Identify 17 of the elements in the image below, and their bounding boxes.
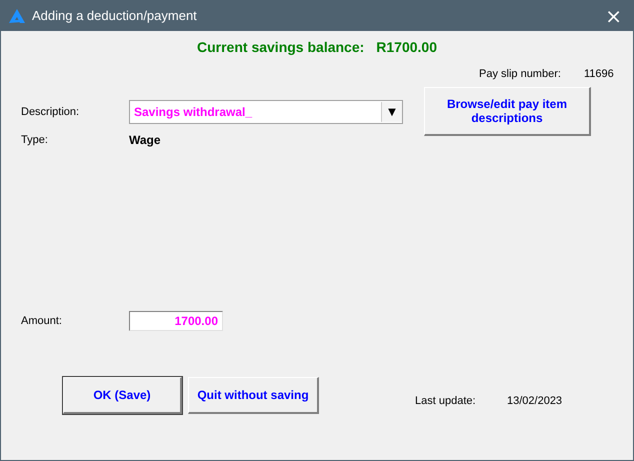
browse-button[interactable]: Browse/edit pay item descriptions [424,87,591,136]
field-label: Description: [21,106,80,118]
balance-value: R1700.00 [376,39,437,55]
last-update-value: 13/02/2023 [507,394,562,406]
type-value: Wage [129,133,161,147]
quit-button[interactable]: Quit without saving [188,377,319,414]
window-title: Adding a deduction/payment [32,8,198,23]
last-update-label: Last update: [415,394,477,406]
ok-button[interactable]: OK (Save) [63,377,182,414]
field-label: Type: [21,134,49,146]
description-dropdown[interactable]: Savings withdrawal_ ▼ [129,100,403,124]
close-button[interactable]: × [593,6,634,26]
pay-slip-value: 11696 [584,68,614,80]
balance-label: Current savings balance: [197,39,364,55]
triangle-logo-icon [9,8,25,22]
field-label: Amount: [21,315,63,327]
pay-slip-label: Pay slip number: [479,68,562,80]
